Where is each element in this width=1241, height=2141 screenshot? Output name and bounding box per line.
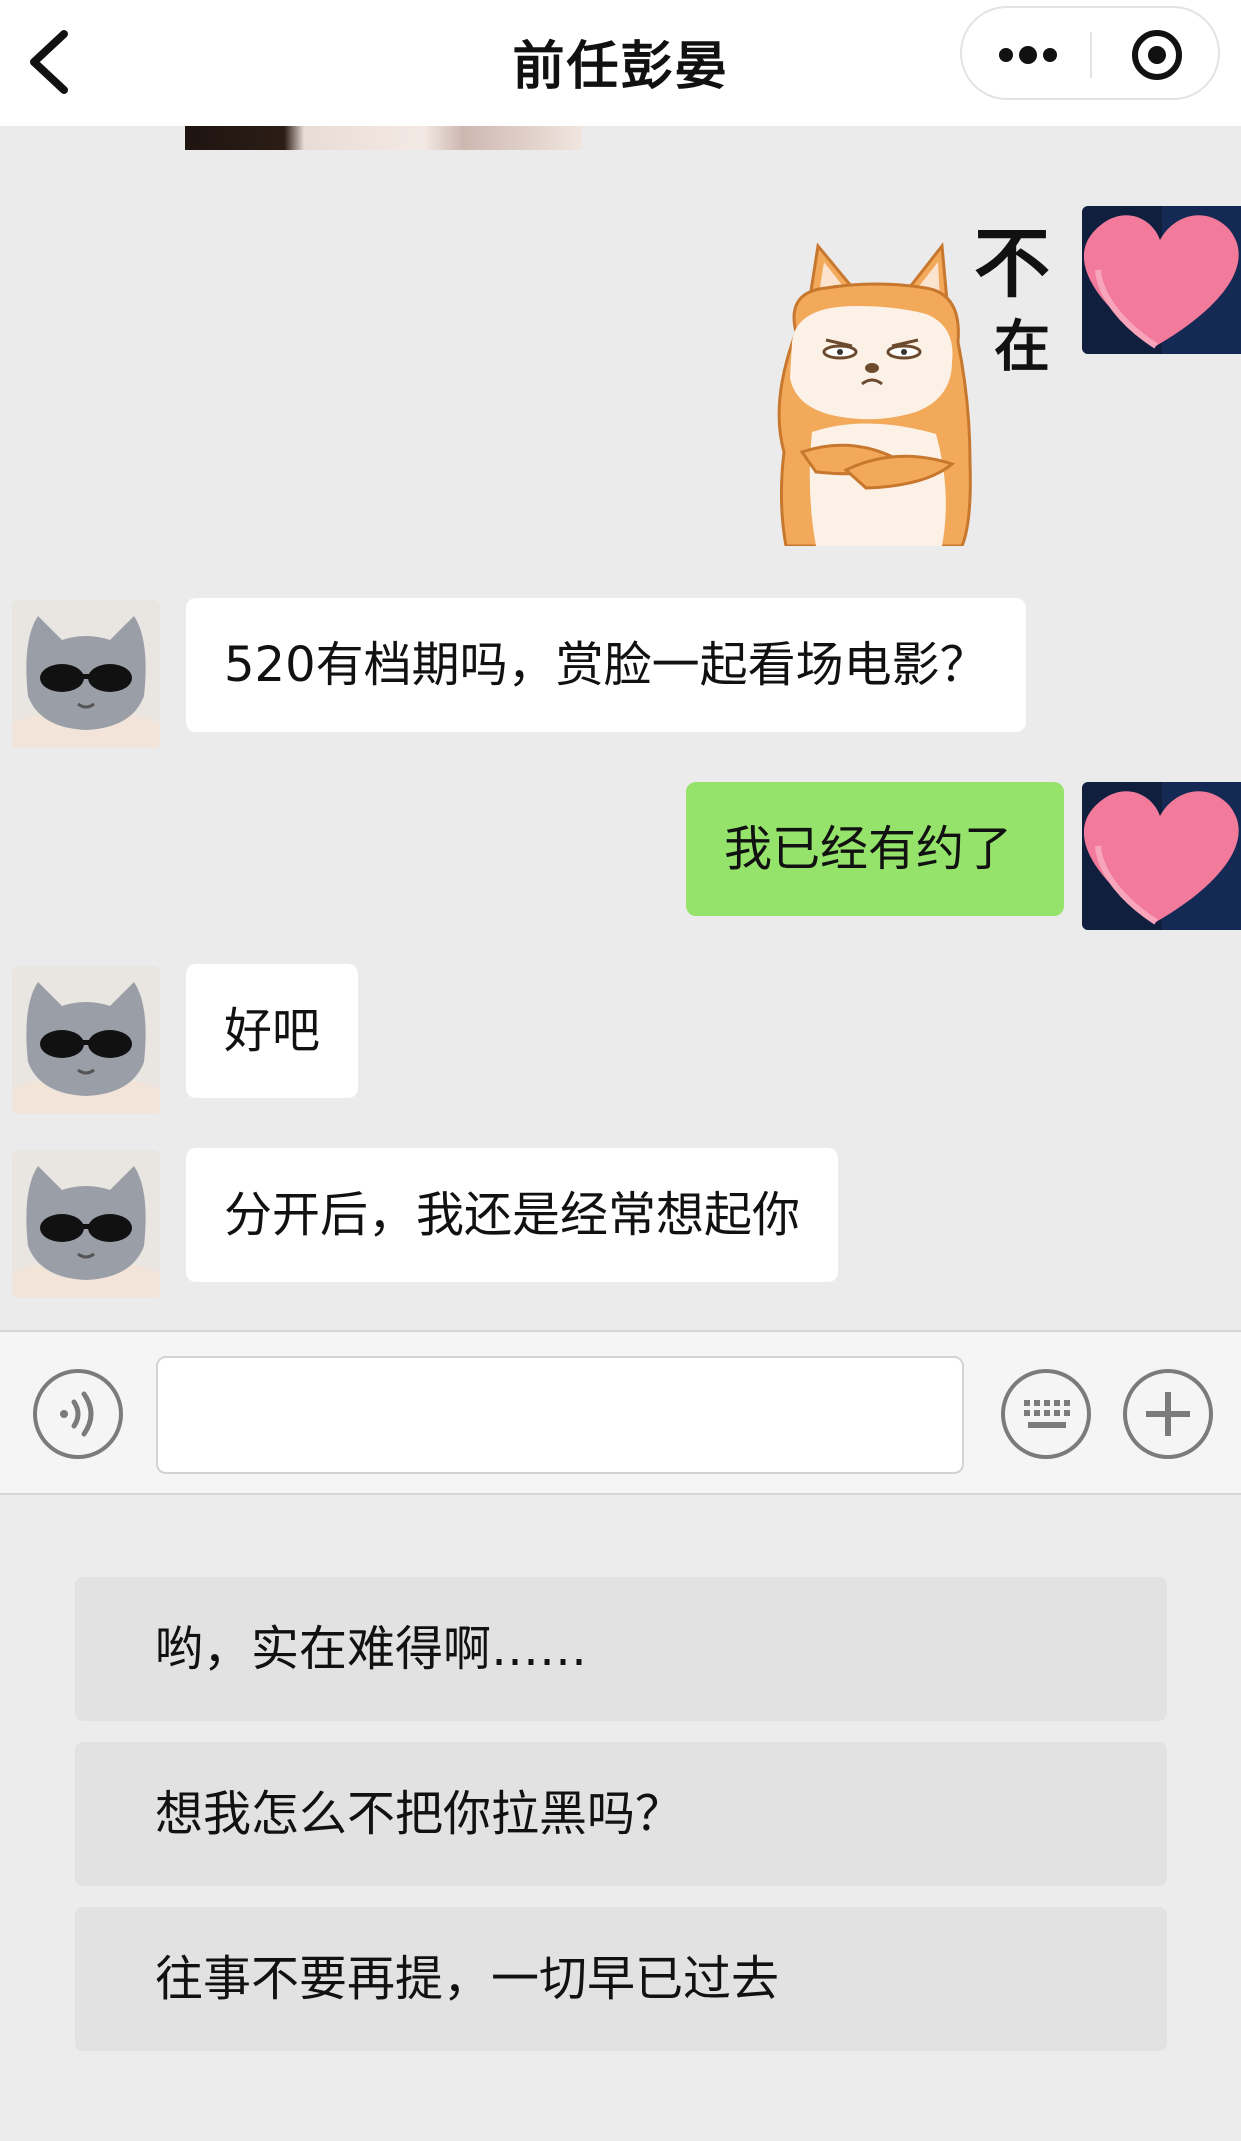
voice-icon bbox=[33, 1369, 123, 1459]
contact-avatar[interactable] bbox=[12, 966, 160, 1114]
mini-program-capsule bbox=[960, 6, 1220, 100]
header-bar: 前任彭晏 bbox=[0, 0, 1241, 126]
cat-with-sunglasses-icon bbox=[12, 600, 160, 748]
my-avatar[interactable] bbox=[1082, 782, 1241, 930]
contact-avatar[interactable] bbox=[12, 1150, 160, 1298]
capsule-divider bbox=[1090, 32, 1092, 78]
my-avatar[interactable] bbox=[1082, 206, 1241, 354]
sticker-message[interactable] bbox=[756, 202, 988, 548]
heart-avatar-icon bbox=[1082, 782, 1241, 930]
previous-image-message[interactable] bbox=[185, 126, 582, 150]
reply-option[interactable]: 哟，实在难得啊…… bbox=[75, 1577, 1167, 1721]
message-bubble-incoming[interactable]: 520有档期吗，赏脸一起看场电影？ bbox=[186, 598, 1026, 732]
message-input[interactable] bbox=[156, 1356, 964, 1474]
keyboard-icon bbox=[1001, 1369, 1091, 1459]
reply-option[interactable]: 往事不要再提，一切早已过去 bbox=[75, 1907, 1167, 2051]
cat-with-sunglasses-icon bbox=[12, 966, 160, 1114]
chat-area[interactable]: 不 在 520有档期吗，赏脸一起看场电影？ 我已经有约了 好吧 分开后，我还是经… bbox=[0, 126, 1241, 1330]
plus-icon bbox=[1123, 1369, 1213, 1459]
contact-avatar[interactable] bbox=[12, 600, 160, 748]
voice-button[interactable] bbox=[32, 1368, 124, 1460]
sticker-caption: 不 在 bbox=[974, 219, 1050, 380]
close-button[interactable] bbox=[1112, 22, 1202, 88]
more-button[interactable] bbox=[980, 28, 1076, 82]
message-bubble-incoming[interactable]: 分开后，我还是经常想起你 bbox=[186, 1148, 839, 1282]
reply-options-panel: 哟，实在难得啊…… 想我怎么不把你拉黑吗？ 往事不要再提，一切早已过去 bbox=[0, 1497, 1241, 2141]
record-target-icon bbox=[1132, 30, 1182, 80]
message-bubble-incoming[interactable]: 好吧 bbox=[186, 964, 359, 1098]
grumpy-shiba-dog-sticker bbox=[777, 242, 972, 548]
cat-with-sunglasses-icon bbox=[12, 1150, 160, 1298]
keyboard-button[interactable] bbox=[1000, 1368, 1092, 1460]
more-dots-icon bbox=[999, 46, 1057, 64]
plus-button[interactable] bbox=[1122, 1368, 1214, 1460]
message-bubble-outgoing[interactable]: 我已经有约了 bbox=[686, 782, 1064, 916]
reply-option[interactable]: 想我怎么不把你拉黑吗？ bbox=[75, 1742, 1167, 1886]
heart-avatar-icon bbox=[1082, 206, 1241, 354]
input-bar bbox=[0, 1330, 1241, 1495]
